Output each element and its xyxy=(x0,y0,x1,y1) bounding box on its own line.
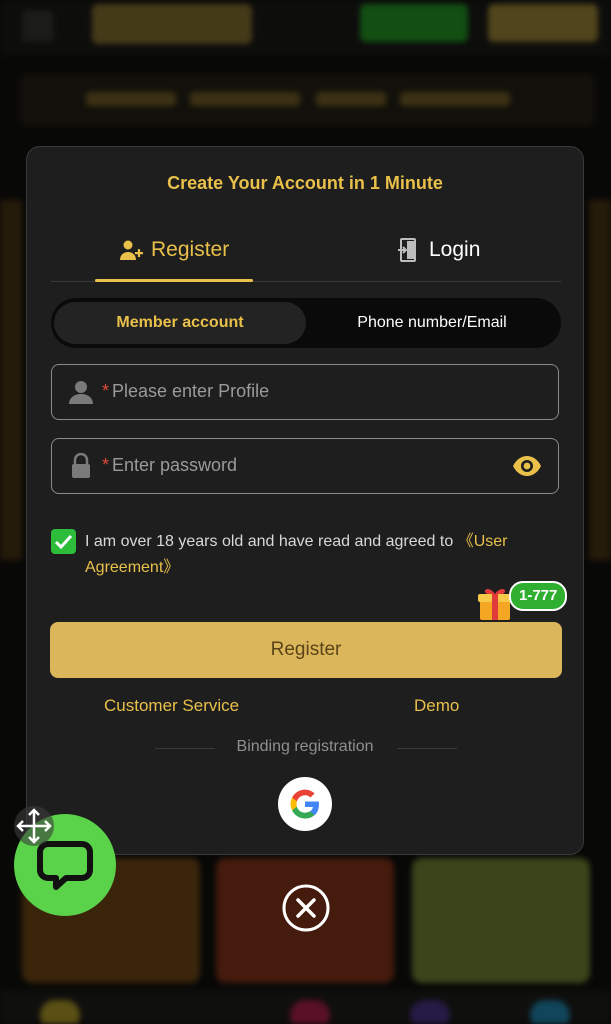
google-icon xyxy=(290,789,319,819)
move-handle-icon[interactable] xyxy=(12,804,56,848)
account-type-switch: Member account Phone number/Email xyxy=(51,298,561,348)
login-door-icon xyxy=(398,238,416,262)
tab-login[interactable]: Login xyxy=(397,235,480,265)
register-modal: Create Your Account in 1 Minute Register… xyxy=(26,146,584,855)
eye-icon[interactable] xyxy=(512,453,542,479)
binding-registration-label: Binding registration xyxy=(236,738,374,755)
promo-badge: 1-777 xyxy=(509,581,568,611)
password-placeholder: Enter password xyxy=(112,455,238,475)
required-mark: * xyxy=(102,381,110,401)
check-icon xyxy=(54,534,73,550)
user-icon xyxy=(69,381,93,404)
segment-member-account[interactable]: Member account xyxy=(54,302,306,344)
customer-service-link[interactable]: Customer Service xyxy=(104,696,239,716)
register-button[interactable]: Register xyxy=(50,622,562,678)
tab-register-label: Register xyxy=(151,238,230,261)
lock-icon xyxy=(72,453,90,478)
modal-title: Create Your Account in 1 Minute xyxy=(167,173,443,193)
tab-active-indicator xyxy=(95,279,253,282)
google-signin-button[interactable] xyxy=(278,777,332,831)
agreement-text: I am over 18 years old and have read and… xyxy=(85,529,563,581)
password-input[interactable]: * Enter password xyxy=(51,438,559,494)
segment-phone-email[interactable]: Phone number/Email xyxy=(306,302,558,344)
profile-placeholder: Please enter Profile xyxy=(112,381,270,401)
demo-link[interactable]: Demo xyxy=(414,696,459,716)
agree-checkbox[interactable] xyxy=(51,529,76,554)
profile-input[interactable]: * Please enter Profile xyxy=(51,364,559,420)
required-mark: * xyxy=(102,455,110,475)
tab-register[interactable]: Register xyxy=(119,235,229,265)
close-icon[interactable] xyxy=(281,883,331,933)
tab-login-label: Login xyxy=(429,238,481,261)
user-add-icon xyxy=(120,240,143,260)
agreement-label: I am over 18 years old and have read and… xyxy=(85,533,458,550)
